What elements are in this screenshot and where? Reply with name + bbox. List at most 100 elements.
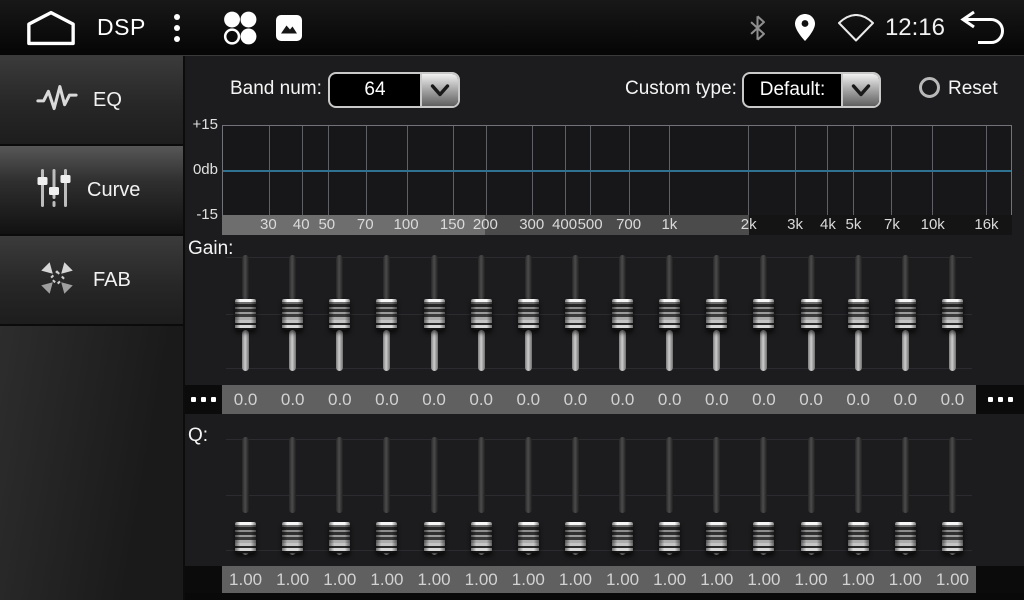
q-slider-thumb[interactable] <box>235 522 256 553</box>
q-value-6: 1.00 <box>458 570 505 590</box>
chevron-down-icon[interactable] <box>841 74 879 106</box>
q-slider-5[interactable] <box>411 435 458 559</box>
q-slider-thumb[interactable] <box>424 522 445 553</box>
q-slider-15[interactable] <box>882 435 929 559</box>
apps-clover-icon[interactable] <box>222 10 258 46</box>
chevron-down-icon[interactable] <box>420 74 458 106</box>
q-value-8: 1.00 <box>552 570 599 590</box>
x-tick-label: 400 <box>552 215 577 235</box>
gain-slider-thumb[interactable] <box>942 299 963 330</box>
q-slider-8[interactable] <box>552 435 599 559</box>
q-slider-thumb[interactable] <box>565 522 586 553</box>
gain-slider-1[interactable] <box>222 253 269 375</box>
q-value-15: 1.00 <box>882 570 929 590</box>
gain-slider-10[interactable] <box>646 253 693 375</box>
gain-value-2: 0.0 <box>269 390 316 410</box>
slider-track-upper <box>666 255 673 300</box>
q-slider-2[interactable] <box>269 435 316 559</box>
gain-slider-6[interactable] <box>458 253 505 375</box>
sidebar-item-eq[interactable]: EQ <box>0 56 183 146</box>
gain-slider-thumb[interactable] <box>612 299 633 330</box>
overflow-menu-icon[interactable] <box>170 10 184 46</box>
q-slider-thumb[interactable] <box>895 522 916 553</box>
gain-slider-thumb[interactable] <box>801 299 822 330</box>
gain-value-16: 0.0 <box>929 390 976 410</box>
q-slider-thumb[interactable] <box>753 522 774 553</box>
gain-slider-16[interactable] <box>929 253 976 375</box>
gain-slider-13[interactable] <box>788 253 835 375</box>
gain-slider-8[interactable] <box>552 253 599 375</box>
slider-track-lower <box>760 330 767 371</box>
gain-slider-5[interactable] <box>411 253 458 375</box>
home-icon[interactable] <box>25 9 77 47</box>
q-slider-13[interactable] <box>788 435 835 559</box>
gain-slider-9[interactable] <box>599 253 646 375</box>
gain-slider-thumb[interactable] <box>376 299 397 330</box>
q-slider-thumb[interactable] <box>329 522 350 553</box>
band-num-dropdown[interactable]: 64 <box>328 72 460 108</box>
q-slider-thumb[interactable] <box>612 522 633 553</box>
slider-track-upper <box>855 437 862 513</box>
q-slider-thumb[interactable] <box>518 522 539 553</box>
q-slider-16[interactable] <box>929 435 976 559</box>
gain-slider-thumb[interactable] <box>329 299 350 330</box>
gallery-icon[interactable] <box>276 15 302 41</box>
q-slider-1[interactable] <box>222 435 269 559</box>
gain-slider-14[interactable] <box>835 253 882 375</box>
back-icon[interactable] <box>959 10 1006 45</box>
q-slider-thumb[interactable] <box>376 522 397 553</box>
gain-slider-thumb[interactable] <box>753 299 774 330</box>
gain-slider-12[interactable] <box>740 253 787 375</box>
q-slider-4[interactable] <box>363 435 410 559</box>
status-bar: DSP <box>0 0 1024 56</box>
gain-slider-thumb[interactable] <box>659 299 680 330</box>
q-slider-thumb[interactable] <box>848 522 869 553</box>
gain-slider-7[interactable] <box>505 253 552 375</box>
sidebar-item-curve[interactable]: Curve <box>0 146 183 236</box>
gain-slider-thumb[interactable] <box>282 299 303 330</box>
q-slider-7[interactable] <box>505 435 552 559</box>
gain-slider-4[interactable] <box>363 253 410 375</box>
q-slider-11[interactable] <box>693 435 740 559</box>
bottom-bar <box>185 593 1024 600</box>
gain-slider-thumb[interactable] <box>565 299 586 330</box>
gain-slider-thumb[interactable] <box>518 299 539 330</box>
q-value-4: 1.00 <box>363 570 410 590</box>
gain-slider-11[interactable] <box>693 253 740 375</box>
q-slider-thumb[interactable] <box>942 522 963 553</box>
gain-slider-thumb[interactable] <box>424 299 445 330</box>
gain-value-8: 0.0 <box>552 390 599 410</box>
eq-curve-plot[interactable] <box>222 125 1012 215</box>
gain-slider-thumb[interactable] <box>706 299 727 330</box>
q-slider-6[interactable] <box>458 435 505 559</box>
q-slider-thumb[interactable] <box>706 522 727 553</box>
gain-slider-thumb[interactable] <box>895 299 916 330</box>
gain-page-left-button[interactable] <box>185 385 222 414</box>
q-slider-3[interactable] <box>316 435 363 559</box>
q-slider-thumb[interactable] <box>801 522 822 553</box>
gain-page-right-button[interactable] <box>976 385 1024 414</box>
q-slider-9[interactable] <box>599 435 646 559</box>
custom-type-dropdown[interactable]: Default: <box>742 72 881 108</box>
sidebar-item-label: FAB <box>93 269 131 292</box>
gain-slider-2[interactable] <box>269 253 316 375</box>
gain-slider-15[interactable] <box>882 253 929 375</box>
reset-radio-button[interactable] <box>919 77 940 98</box>
fab-arrows-icon <box>36 257 78 304</box>
gain-slider-thumb[interactable] <box>235 299 256 330</box>
gain-slider-thumb[interactable] <box>471 299 492 330</box>
slider-track-upper <box>713 437 720 513</box>
gain-slider-3[interactable] <box>316 253 363 375</box>
q-slider-thumb[interactable] <box>282 522 303 553</box>
slider-track-upper <box>525 437 532 513</box>
q-slider-thumb[interactable] <box>471 522 492 553</box>
q-slider-thumb[interactable] <box>659 522 680 553</box>
gain-slider-thumb[interactable] <box>848 299 869 330</box>
q-value-2: 1.00 <box>269 570 316 590</box>
sidebar-item-fab[interactable]: FAB <box>0 236 183 326</box>
x-tick-label: 5k <box>846 215 862 235</box>
q-slider-10[interactable] <box>646 435 693 559</box>
q-slider-12[interactable] <box>740 435 787 559</box>
q-slider-14[interactable] <box>835 435 882 559</box>
x-tick-label: 500 <box>578 215 603 235</box>
